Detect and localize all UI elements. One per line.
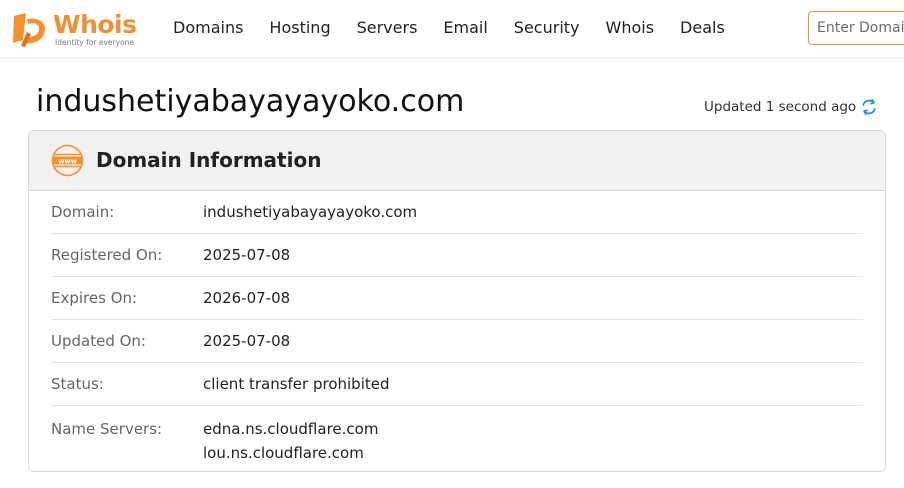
top-navbar: Whois Identity for everyone Domains Host…	[0, 0, 904, 58]
svg-text:www: www	[58, 157, 78, 165]
card-header: www Domain Information	[29, 131, 885, 191]
row-label: Domain:	[51, 203, 115, 221]
domain-search-input[interactable]	[808, 11, 904, 45]
row-label: Updated On:	[51, 332, 146, 350]
row-label: Status:	[51, 375, 104, 393]
name-server: lou.ns.cloudflare.com	[203, 444, 364, 462]
name-server: edna.ns.cloudflare.com	[203, 420, 379, 438]
row-value: indushetiyabayayayoko.com	[203, 203, 418, 221]
row-value: client transfer prohibited	[203, 375, 390, 393]
row-value: 2026-07-08	[203, 289, 291, 307]
updated-status: Updated 1 second ago	[704, 97, 878, 117]
row-value: 2025-07-08	[203, 332, 291, 350]
page-title: indushetiyabayayayoko.com	[36, 84, 465, 119]
info-row-name-servers: Name Servers: edna.ns.cloudflare.com lou…	[51, 406, 863, 465]
name-server-list: edna.ns.cloudflare.com lou.ns.cloudflare…	[203, 417, 378, 465]
nav-link-deals[interactable]: Deals	[680, 16, 725, 40]
card-title: Domain Information	[96, 148, 322, 172]
info-row-status: Status: client transfer prohibited	[51, 363, 863, 406]
www-icon: www	[51, 144, 84, 177]
nav-link-security[interactable]: Security	[514, 16, 580, 40]
main-nav: Domains Hosting Servers Email Security W…	[173, 16, 751, 40]
brand-name: Whois	[53, 10, 137, 39]
info-row-domain: Domain: indushetiyabayayayoko.com	[51, 191, 863, 234]
info-row-updated-on: Updated On: 2025-07-08	[51, 320, 863, 363]
info-row-registered-on: Registered On: 2025-07-08	[51, 234, 863, 277]
nav-link-domains[interactable]: Domains	[173, 16, 243, 40]
updated-text: Updated 1 second ago	[704, 99, 857, 115]
info-row-expires-on: Expires On: 2026-07-08	[51, 277, 863, 320]
whois-logo-icon	[13, 13, 46, 47]
row-label: Name Servers:	[51, 420, 163, 438]
row-label: Expires On:	[51, 289, 138, 307]
domain-information-card: www Domain Information Domain: indusheti…	[28, 130, 886, 472]
row-label: Registered On:	[51, 246, 163, 264]
domain-info-table: Domain: indushetiyabayayayoko.com Regist…	[51, 191, 863, 465]
brand-tagline: Identity for everyone	[55, 38, 134, 47]
row-value: 2025-07-08	[203, 246, 291, 264]
refresh-icon[interactable]	[860, 98, 878, 116]
whois-logo[interactable]: Whois Identity for everyone	[10, 10, 145, 50]
nav-link-email[interactable]: Email	[443, 16, 487, 40]
nav-link-whois[interactable]: Whois	[606, 16, 655, 40]
nav-link-hosting[interactable]: Hosting	[269, 16, 330, 40]
nav-link-servers[interactable]: Servers	[357, 16, 418, 40]
